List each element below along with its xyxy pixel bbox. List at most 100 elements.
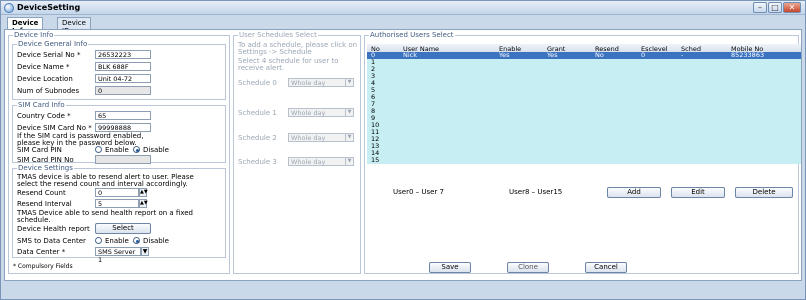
sim-pin-disable-label: Disable	[143, 146, 169, 154]
sim-no-label: Device SIM Card No *	[17, 124, 92, 132]
health-report-label: Device Health report	[17, 225, 90, 233]
country-code-input[interactable]: 65	[95, 111, 151, 120]
sim-card-title: SIM Card Info	[17, 101, 66, 109]
chevron-down-icon: ▼	[345, 79, 353, 86]
device-settings-title: Device Settings	[17, 164, 74, 172]
table-cell: -	[681, 51, 684, 59]
serial-input[interactable]: 26532223	[95, 50, 151, 59]
resend-interval-label: Resend Interval	[17, 200, 72, 208]
data-center-label: Data Center *	[17, 248, 66, 256]
sim-pin-no-label: SIM Card PIN No	[17, 156, 74, 164]
schedule-3-select[interactable]: Whole day ▼	[288, 157, 354, 166]
sms-enable-radio[interactable]	[95, 237, 102, 244]
table-row[interactable]: 3	[367, 73, 801, 80]
table-row[interactable]: 9	[367, 115, 801, 122]
minimize-button[interactable]: –	[753, 2, 767, 13]
schedule-1-select[interactable]: Whole day ▼	[288, 108, 354, 117]
resend-note: TMAS device is able to resend alert to u…	[17, 173, 194, 188]
delete-user-button[interactable]: Delete	[735, 187, 793, 198]
table-row[interactable]: 5	[367, 87, 801, 94]
resend-count-label: Resend Count	[17, 189, 66, 197]
cancel-button[interactable]: Cancel	[585, 262, 627, 273]
table-row[interactable]: 7	[367, 101, 801, 108]
sim-pin-disable-radio[interactable]	[133, 146, 140, 153]
schedule-0-select[interactable]: Whole day ▼	[288, 78, 354, 87]
add-user-button[interactable]: Add	[607, 187, 661, 198]
subnodes-input: 0	[95, 86, 151, 95]
sim-no-input[interactable]: 99998888	[95, 123, 151, 132]
window-title: DeviceSetting	[17, 3, 81, 12]
table-row[interactable]: 15	[367, 157, 801, 164]
health-select-button[interactable]: Select	[95, 223, 151, 234]
table-row[interactable]: 8	[367, 108, 801, 115]
table-cell: Nick	[403, 51, 418, 59]
serial-label: Device Serial No *	[17, 51, 81, 59]
country-code-label: Country Code *	[17, 112, 71, 120]
device-general-group: Device General Info Device Serial No * 2…	[12, 40, 226, 100]
subnodes-label: Num of Subnodes	[17, 87, 80, 95]
table-row[interactable]: 14	[367, 150, 801, 157]
device-info-title: Device Info	[13, 31, 55, 39]
close-button[interactable]: ✕	[783, 2, 801, 13]
sim-card-group: SIM Card Info Country Code * 65 Device S…	[12, 101, 226, 164]
resend-interval-spinner[interactable]: ▲▼	[139, 199, 148, 208]
sim-note: If the SIM card is password enabled, ple…	[17, 132, 144, 147]
save-button[interactable]: Save	[429, 262, 471, 273]
schedule-1-label: Schedule 1	[238, 109, 277, 117]
user-range-8-15: User8 – User15	[509, 188, 563, 196]
resend-count-spinner[interactable]: ▲▼	[139, 188, 148, 197]
table-row[interactable]: 4	[367, 80, 801, 87]
table-row[interactable]: 1	[367, 59, 801, 66]
table-row[interactable]: 11	[367, 129, 801, 136]
sim-pin-enable-radio[interactable]	[95, 146, 102, 153]
table-cell: 0	[641, 51, 646, 59]
clone-button[interactable]: Clone	[507, 262, 549, 273]
table-cell: 15	[371, 156, 380, 164]
table-row[interactable]: 13	[367, 143, 801, 150]
table-cell: No	[595, 51, 604, 59]
sms-disable-label: Disable	[143, 237, 169, 245]
device-settings-group: Device Settings TMAS device is able to r…	[12, 164, 226, 264]
maximize-button[interactable]: □	[768, 2, 782, 13]
location-label: Device Location	[17, 75, 73, 83]
resend-count-input[interactable]: 0	[95, 188, 139, 197]
table-cell: Yes	[499, 51, 510, 59]
authorised-users-title: Authorised Users Select	[369, 31, 455, 39]
device-info-group: Device Info Device General Info Device S…	[8, 31, 230, 274]
app-icon	[4, 3, 14, 13]
resend-interval-input[interactable]: 5	[95, 199, 139, 208]
schedules-title: User Schedules Select	[238, 31, 318, 39]
chevron-down-icon[interactable]: ▼	[141, 247, 149, 256]
health-note: TMAS Device able to send health report o…	[17, 209, 193, 224]
chevron-down-icon: ▼	[345, 134, 353, 141]
sms-disable-radio[interactable]	[133, 237, 140, 244]
table-row[interactable]: 2	[367, 66, 801, 73]
table-row[interactable]: 6	[367, 94, 801, 101]
chevron-down-icon: ▼	[345, 109, 353, 116]
schedule-2-label: Schedule 2	[238, 134, 277, 142]
sms-label: SMS to Data Center	[17, 237, 86, 245]
tab-device-id[interactable]: Device ID	[57, 17, 91, 35]
schedule-3-label: Schedule 3	[238, 158, 277, 166]
schedule-add-note: To add a schedule, please click on Setti…	[238, 41, 358, 56]
table-row[interactable]: 12	[367, 136, 801, 143]
user-range-0-7: User0 – User 7	[393, 188, 444, 196]
device-name-input[interactable]: BLK 688F	[95, 62, 151, 71]
table-row[interactable]: 10	[367, 122, 801, 129]
sms-enable-label: Enable	[105, 237, 129, 245]
schedules-group: User Schedules Select To add a schedule,…	[233, 31, 361, 274]
location-input[interactable]: Unit 04-72	[95, 74, 151, 83]
edit-user-button[interactable]: Edit	[671, 187, 725, 198]
chevron-down-icon: ▼	[345, 158, 353, 165]
device-setting-window: DeviceSetting – □ ✕ Device Info Device I…	[0, 0, 806, 300]
compulsory-note: * Compulsory Fields	[13, 263, 73, 270]
data-center-select[interactable]: SMS Server 1	[95, 247, 141, 264]
sim-pin-enable-label: Enable	[105, 146, 129, 154]
device-name-label: Device Name *	[17, 63, 70, 71]
schedule-0-label: Schedule 0	[238, 79, 277, 87]
schedule-2-select[interactable]: Whole day ▼	[288, 133, 354, 142]
title-bar: DeviceSetting – □ ✕	[1, 1, 805, 15]
table-row[interactable]: 0 Nick Yes Yes No 0-85233863	[367, 52, 801, 59]
schedule-select-note: Select 4 schedule for user to receive al…	[238, 57, 339, 72]
tab-panel: Device Info Device General Info Device S…	[4, 29, 802, 281]
